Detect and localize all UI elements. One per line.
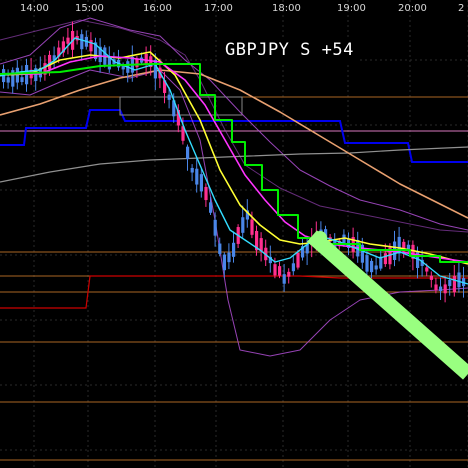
candle-body (287, 271, 291, 277)
candle-body (241, 217, 245, 233)
x-tick-label: 17:00 (204, 3, 233, 14)
candle-body (383, 253, 387, 265)
candle-body (278, 266, 282, 276)
candle-body (282, 274, 286, 284)
x-tick-label: 2 (458, 3, 464, 14)
candle-body (6, 77, 10, 83)
candle-body (429, 275, 433, 280)
candle-body (452, 275, 456, 293)
candle-body (448, 279, 452, 287)
candle-body (80, 34, 84, 50)
x-tick-label: 14:00 (20, 3, 49, 14)
candle-body (443, 284, 447, 294)
candle-body (222, 254, 226, 271)
candle-body (186, 146, 190, 160)
candle-body (167, 94, 171, 100)
x-tick-label: 20:00 (398, 3, 427, 14)
gray-ma-line (0, 146, 468, 183)
candle-body (218, 243, 222, 255)
x-tick-label: 16:00 (143, 3, 172, 14)
candle-body (374, 265, 378, 270)
candles (2, 21, 466, 303)
candle-body (135, 58, 139, 68)
candle-body (250, 219, 254, 235)
candle-body (370, 260, 374, 273)
x-tick-label: 19:00 (337, 3, 366, 14)
candle-body (213, 219, 217, 236)
candle-body (425, 267, 429, 272)
x-tick-label: 15:00 (75, 3, 104, 14)
candle-body (199, 174, 203, 192)
price-chart: 14:00 15:00 16:00 17:00 18:00 19:00 20:00 2 (0, 0, 468, 468)
candle-body (439, 286, 443, 292)
candle-body (66, 37, 70, 44)
candle-body (434, 284, 438, 291)
candle-body (232, 242, 236, 257)
candle-body (273, 264, 277, 276)
candle-body (20, 77, 24, 82)
x-tick-label: 18:00 (272, 3, 301, 14)
chart-title: GBPJPY S +54 (219, 37, 360, 63)
candle-body (190, 167, 194, 173)
candle-body (209, 202, 213, 213)
horizontal-levels (0, 96, 468, 461)
x-axis: 14:00 15:00 16:00 17:00 18:00 19:00 20:00 2 (20, 3, 464, 14)
candle-body (153, 59, 157, 79)
candle-body (195, 168, 199, 185)
candle-body (296, 252, 300, 268)
candle-body (365, 255, 369, 272)
candle-body (204, 186, 208, 201)
candle-body (457, 272, 461, 288)
trend-band-anchor (313, 231, 327, 245)
candle-body (227, 252, 231, 263)
candle-body (291, 263, 295, 272)
highlight-box (119, 96, 243, 116)
